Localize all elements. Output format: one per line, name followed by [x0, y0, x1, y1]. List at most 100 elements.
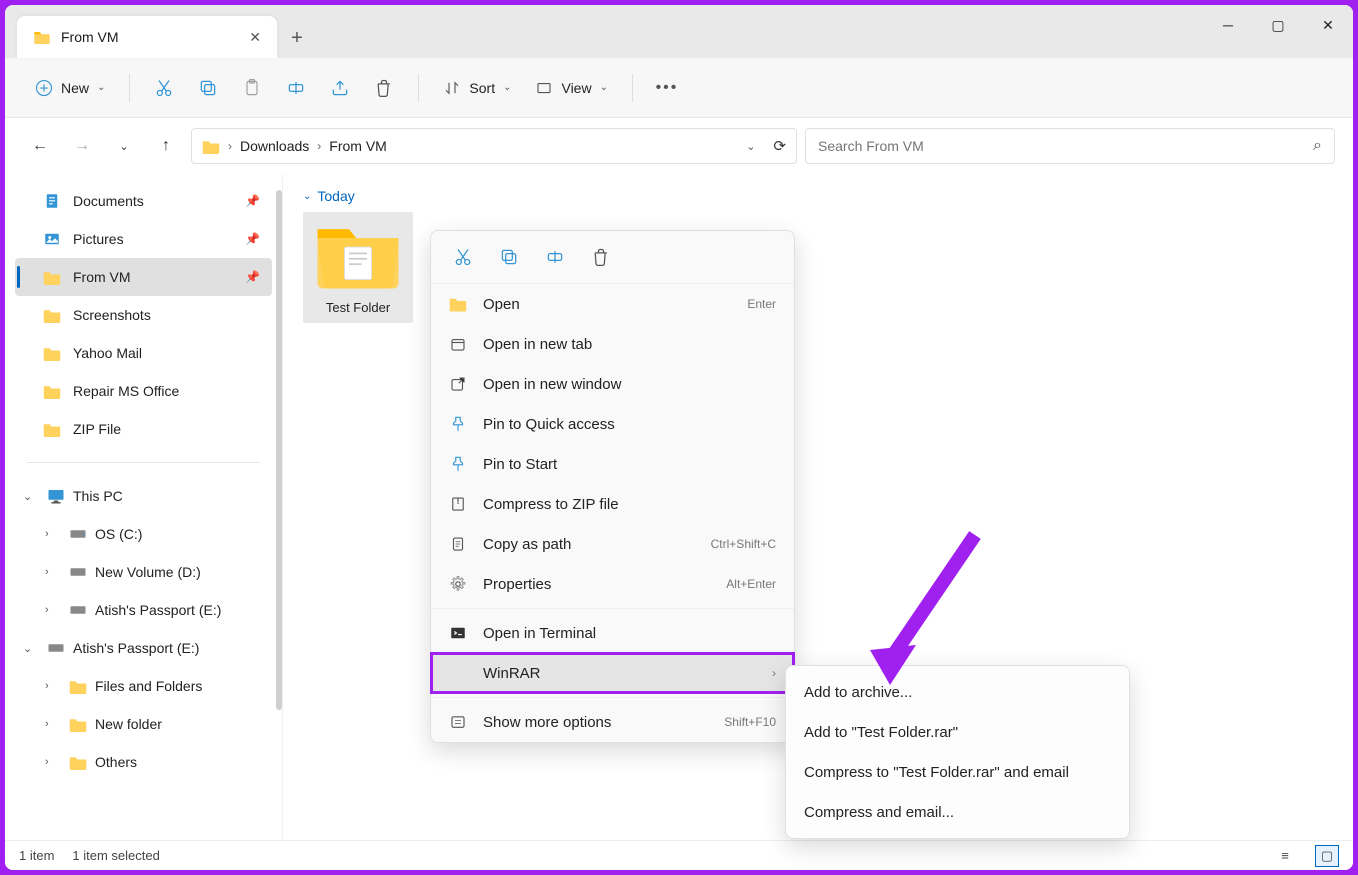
sidebar-drive-e[interactable]: › Atish's Passport (E:) — [15, 591, 272, 629]
new-tab-button[interactable]: + — [277, 18, 317, 58]
rename-button[interactable] — [276, 68, 316, 108]
sidebar-item-from-vm[interactable]: From VM 📌 — [15, 258, 272, 296]
breadcrumb-from-vm[interactable]: From VM — [329, 138, 387, 154]
forward-button[interactable]: → — [65, 129, 99, 163]
recent-button[interactable]: ⌄ — [107, 129, 141, 163]
more-icon — [449, 713, 467, 731]
ctx-open[interactable]: Open Enter — [431, 284, 794, 324]
group-header-today[interactable]: ⌄ Today — [303, 188, 1333, 204]
chevron-right-icon: › — [317, 139, 321, 153]
ctx-compress-zip[interactable]: Compress to ZIP file — [431, 484, 794, 524]
folder-icon — [202, 139, 220, 154]
ctx-label: WinRAR — [483, 665, 541, 682]
chevron-right-icon: › — [45, 566, 61, 578]
ctx-cut-button[interactable] — [451, 245, 475, 269]
tab-from-vm[interactable]: From VM ✕ — [17, 16, 277, 58]
submenu-add-archive[interactable]: Add to archive... — [786, 672, 1129, 712]
pin-icon: 📌 — [245, 270, 260, 284]
cut-icon — [453, 247, 473, 267]
this-pc-icon — [47, 488, 65, 504]
window-controls: ─ ▢ ✕ — [1203, 5, 1353, 45]
chevron-down-icon: ⌄ — [303, 191, 311, 202]
sidebar-new-folder[interactable]: › New folder — [15, 705, 272, 743]
address-bar[interactable]: › Downloads › From VM ⌄ ⟳ — [191, 128, 797, 164]
tab-title: From VM — [61, 29, 239, 45]
document-icon — [43, 192, 61, 210]
sidebar-passport[interactable]: ⌄ Atish's Passport (E:) — [15, 629, 272, 667]
sidebar-item-pictures[interactable]: Pictures 📌 — [15, 220, 272, 258]
file-item-test-folder[interactable]: Test Folder — [303, 212, 413, 323]
share-button[interactable] — [320, 68, 360, 108]
submenu-label: Add to archive... — [804, 684, 912, 701]
grid-icon: ▢ — [1321, 848, 1333, 864]
sidebar-this-pc[interactable]: ⌄ This PC — [15, 477, 272, 515]
sidebar-item-label: Yahoo Mail — [73, 345, 142, 361]
submenu-add-named[interactable]: Add to "Test Folder.rar" — [786, 712, 1129, 752]
sidebar-files-folders[interactable]: › Files and Folders — [15, 667, 272, 705]
ctx-label: Open in Terminal — [483, 625, 596, 642]
sidebar-others[interactable]: › Others — [15, 743, 272, 781]
scrollbar[interactable] — [276, 190, 282, 710]
context-quick-actions — [431, 231, 794, 284]
sidebar: Documents 📌 Pictures 📌 From VM 📌 Screens… — [5, 174, 283, 840]
more-button[interactable]: ••• — [647, 68, 687, 108]
ctx-copy-path[interactable]: Copy as path Ctrl+Shift+C — [431, 524, 794, 564]
submenu-label: Compress to "Test Folder.rar" and email — [804, 764, 1069, 781]
separator — [418, 74, 419, 102]
minimize-button[interactable]: ─ — [1203, 5, 1253, 45]
separator — [431, 608, 794, 609]
breadcrumb-downloads[interactable]: Downloads — [240, 138, 309, 154]
ctx-copy-button[interactable] — [497, 245, 521, 269]
ctx-open-new-window[interactable]: Open in new window — [431, 364, 794, 404]
submenu-compress-email-generic[interactable]: Compress and email... — [786, 792, 1129, 832]
winrar-submenu: Add to archive... Add to "Test Folder.ra… — [785, 665, 1130, 839]
ctx-winrar[interactable]: WinRAR › — [431, 653, 794, 693]
drive-label: Atish's Passport (E:) — [95, 602, 221, 618]
refresh-button[interactable]: ⟳ — [773, 137, 786, 155]
sidebar-item-yahoo-mail[interactable]: Yahoo Mail — [15, 334, 272, 372]
copy-button[interactable] — [188, 68, 228, 108]
ctx-open-terminal[interactable]: Open in Terminal — [431, 613, 794, 653]
close-tab-icon[interactable]: ✕ — [249, 29, 261, 46]
folder-icon — [313, 220, 403, 294]
sidebar-item-screenshots[interactable]: Screenshots — [15, 296, 272, 334]
back-button[interactable]: ← — [23, 129, 57, 163]
details-view-button[interactable]: ≡ — [1273, 845, 1297, 867]
drive-icon — [69, 528, 87, 540]
status-count: 1 item — [19, 848, 54, 863]
sidebar-item-documents[interactable]: Documents 📌 — [15, 182, 272, 220]
sort-button[interactable]: Sort ⌄ — [433, 73, 521, 103]
search-input[interactable] — [818, 138, 1313, 154]
pictures-icon — [43, 230, 61, 248]
sidebar-drive-d[interactable]: › New Volume (D:) — [15, 553, 272, 591]
submenu-compress-email[interactable]: Compress to "Test Folder.rar" and email — [786, 752, 1129, 792]
sidebar-drive-c[interactable]: › OS (C:) — [15, 515, 272, 553]
share-icon — [330, 78, 350, 98]
ctx-pin-quick-access[interactable]: Pin to Quick access — [431, 404, 794, 444]
search-box[interactable]: ⌕ — [805, 128, 1335, 164]
close-window-button[interactable]: ✕ — [1303, 5, 1353, 45]
new-button[interactable]: New ⌄ — [25, 73, 115, 103]
sidebar-item-repair-ms-office[interactable]: Repair MS Office — [15, 372, 272, 410]
paste-button[interactable] — [232, 68, 272, 108]
sort-icon — [443, 79, 461, 97]
new-label: New — [61, 80, 89, 96]
chevron-down-icon: ⌄ — [97, 82, 105, 93]
folder-icon — [69, 717, 87, 732]
large-icons-button[interactable]: ▢ — [1315, 845, 1339, 867]
ctx-delete-button[interactable] — [589, 245, 613, 269]
ctx-properties[interactable]: Properties Alt+Enter — [431, 564, 794, 604]
ctx-open-new-tab[interactable]: Open in new tab — [431, 324, 794, 364]
cut-button[interactable] — [144, 68, 184, 108]
sidebar-item-label: From VM — [73, 269, 131, 285]
sidebar-item-zip-file[interactable]: ZIP File — [15, 410, 272, 448]
ctx-rename-button[interactable] — [543, 245, 567, 269]
ctx-pin-start[interactable]: Pin to Start — [431, 444, 794, 484]
view-button[interactable]: View ⌄ — [525, 73, 617, 103]
maximize-button[interactable]: ▢ — [1253, 5, 1303, 45]
ctx-show-more[interactable]: Show more options Shift+F10 — [431, 702, 794, 742]
delete-button[interactable] — [364, 68, 404, 108]
up-button[interactable]: ↑ — [149, 129, 183, 163]
titlebar: From VM ✕ + ─ ▢ ✕ — [5, 5, 1353, 58]
chevron-down-icon[interactable]: ⌄ — [746, 140, 755, 153]
